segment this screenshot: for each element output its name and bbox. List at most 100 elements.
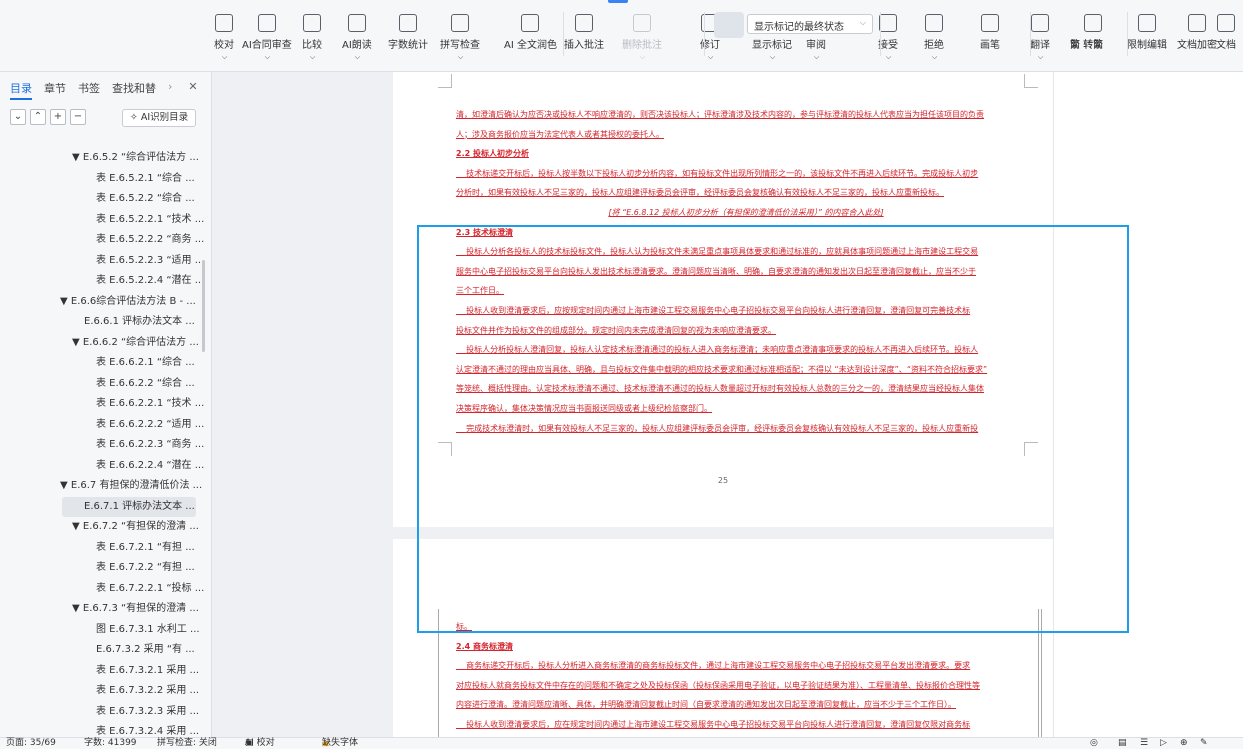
play-icon[interactable]: ▷ [1160,738,1167,749]
tab-toc[interactable]: 目录 [10,80,32,100]
toc-item[interactable]: 图 E.6.7.3.1 水利工 ... [96,620,200,640]
accept-button[interactable]: 接受 ⌵ [878,14,898,62]
paragraph-line[interactable]: 分析时，如果有效投标人不足三家的，投标人应组建评标委员会评审，经评标委员会复核确… [456,183,1036,203]
expand-all-button[interactable]: ⌃ [30,109,46,125]
toc-item[interactable]: 表 E.6.5.2.2.2 “商务 ... [96,230,204,250]
tab-chapters[interactable]: 章节 [44,80,66,100]
paragraph-line[interactable]: 商务标递交开标后，投标人分析进入商务标澄清的商务标投标文件，通过上海市建设工程交… [456,656,1036,676]
paragraph-line[interactable]: 投标文件并作为投标文件的组成部分。规定时间内未完成澄清回复的视为未响应澄清要求。 [456,321,1036,341]
close-icon[interactable]: ✕ [188,80,197,100]
remove-heading-button[interactable]: − [70,109,86,125]
toc-item[interactable]: 表 E.6.5.2.2 “综合 ... [96,189,195,209]
spellcheck-button[interactable]: 拼写检查 ⌵ [440,14,480,62]
toc-item[interactable]: 表 E.6.5.2.2.4 “潜在 ... [96,271,204,291]
markup-state-dropdown[interactable]: 显示标记的最终状态 ⌵ [747,14,873,34]
paragraph-line[interactable]: [将 “E.6.8.12 投标人初步分析（有担保的澄清低价法采用）” 的内容合入… [456,203,1036,223]
insert-comment-button[interactable]: 插入批注 [564,14,604,51]
section-heading[interactable]: 2.2 投标人初步分析 [456,144,1036,164]
pen-button[interactable]: 画笔 [980,14,1000,51]
toc-item[interactable]: 表 E.6.7.2.2 “有担 ... [96,558,195,578]
reject-button[interactable]: 拒绝 ⌵ [924,14,944,62]
paragraph-line[interactable]: 完成技术标澄清时，如果有效投标人不足三家的，投标人应组建评标委员会评审，经评标委… [456,419,1036,439]
paragraph-line[interactable]: 三个工作日。 [456,281,1036,301]
toc-item[interactable]: 表 E.6.7.3.2.2 采用 ... [96,681,199,701]
paragraph-line[interactable]: 认定澄清不通过的理由应当具体、明确，且与投标文件集中载明的相应技术要求和通过标准… [456,360,1036,380]
toc-item[interactable]: 表 E.6.6.2.2.4 “潜在 ... [96,456,204,476]
paragraph-line[interactable]: 服务中心电子招投标交易平台向投标人发出技术标澄清要求。澄清问题应当清晰、明确，自… [456,262,1036,282]
toc-item[interactable]: 表 E.6.7.2.1 “有担 ... [96,538,195,558]
toc-item[interactable]: 表 E.6.6.2.2.3 “商务 ... [96,435,204,455]
status-ai-proof[interactable]: ▣ AI 校对 ⌵ [245,738,275,749]
collapse-all-button[interactable]: ⌄ [10,109,26,125]
paragraph-line[interactable]: 内容进行澄清。澄清问题应清晰、具体，并明确澄清回复截止时间（自要求澄清的通知发出… [456,695,1036,715]
toc-item[interactable]: 表 E.6.6.2.1 “综合 ... [96,353,195,373]
add-heading-button[interactable]: + [50,109,66,125]
toc-item[interactable]: 表 E.6.7.3.2.3 采用 ... [96,702,199,722]
paragraph-line[interactable]: 决策程序确认，集体决策情况应当书面报送同级或者上级纪检监察部门。 [456,399,1036,419]
paragraph-line[interactable]: 投标人分析投标人澄清回复，投标人认定技术标澄清通过的投标人进入商务标澄清；未响应… [456,340,1036,360]
paragraph-line[interactable]: 投标人收到澄清要求后，应按规定时间内通过上海市建设工程交易服务中心电子招投标交易… [456,301,1036,321]
toc-item[interactable]: 表 E.6.5.2.2.1 “技术 ... [96,210,204,230]
outline-view-icon[interactable]: ☰ [1140,738,1148,749]
toc-item[interactable]: 表 E.6.6.2.2.1 “技术 ... [96,394,204,414]
toc-item[interactable]: 表 E.6.7.2.2.1 “投标 ... [96,579,204,599]
document-page[interactable]: 25 清，如澄清后确认为应否决或投标人不响应澄清的，则否决该投标人；评标澄清涉及… [393,72,1053,527]
ribbon-separator [704,12,705,56]
toc-scrollbar[interactable] [202,260,205,352]
paragraph-line[interactable]: 对应投标人就商务投标文件中存在的问题和不确定之处及投标保函（投标保函采用电子验证… [456,676,1036,696]
page-margin-line [438,609,439,737]
toc-item[interactable]: 表 E.6.6.2.2.2 “适用 ... [96,415,204,435]
paragraph-line[interactable]: 人；涉及商务报价应当为法定代表人或者其授权的委托人。 [456,125,1036,145]
tab-bookmarks[interactable]: 书签 [78,80,100,100]
toc-item[interactable]: ▼ E.6.6.2 “综合评估法方 ... [72,333,199,353]
toc-item[interactable]: 表 E.6.5.2.2.3 “适用 ... [96,251,204,271]
status-words[interactable]: 字数: 41399 [84,738,137,749]
tab-find-replace[interactable]: 查找和替 [112,80,156,100]
toc-item[interactable]: E.6.7.1 评标办法文本 ... [62,496,196,517]
status-page[interactable]: 页面: 35/69 [6,738,56,749]
toc-item[interactable]: ▼ E.6.7.3 “有担保的澄清 ... [72,599,199,619]
chevron-right-icon[interactable]: › [168,80,172,100]
translate-button[interactable]: 翻译 ⌵ [1030,14,1050,62]
document-canvas[interactable]: 25 清，如澄清后确认为应否决或投标人不响应澄清的，则否决该投标人；评标澄清涉及… [213,72,1243,737]
ai-outline-button[interactable]: ✧ AI识别目录 [122,109,196,127]
ai-contract-button[interactable]: AI合同审查 ⌵ [242,14,292,62]
web-view-icon[interactable]: ⊕ [1180,738,1188,749]
paragraph-line[interactable]: 技术标递交开标后，投标人按半数以下投标人初步分析内容，如有投标文件出现所列情形之… [456,164,1036,184]
toc-item[interactable]: 表 E.6.5.2.1 “综合 ... [96,169,195,189]
toc-item[interactable]: 表 E.6.7.3.2.1 采用 ... [96,661,199,681]
paragraph-line[interactable]: 标。 [456,617,1036,637]
more-button[interactable]: 文档 [1216,14,1236,51]
proofread-button[interactable]: 校对 ⌵ [214,14,234,62]
toc-item[interactable]: 表 E.6.6.2.2 “综合 ... [96,374,195,394]
to-simp-button[interactable]: 繁 转简 [1070,36,1116,51]
toc-item[interactable]: E.6.6.1 评标办法文本 ... [84,312,195,332]
section-heading[interactable]: 2.4 商务标澄清 [456,637,1036,657]
ribbon-separator [563,12,564,56]
toc-item[interactable]: ▼ E.6.7.2 “有担保的澄清 ... [72,517,199,537]
compare-button[interactable]: 比较 ⌵ [302,14,322,62]
page-view-icon[interactable]: ▤ [1118,738,1127,749]
paragraph-line[interactable]: 清，如澄清后确认为应否决或投标人不响应澄清的，则否决该投标人；评标澄清涉及技术内… [456,105,1036,125]
toc-item[interactable]: E.6.7.3.2 采用 “有 ... [96,640,195,660]
status-bar: 页面: 35/69 字数: 41399 拼写检查: 关闭 ▣ AI 校对 ⌵ ▲… [0,737,1243,749]
insert-comment-icon [575,14,593,32]
toc-item[interactable]: ▼ E.6.6综合评估法方法 B - ... [60,292,196,312]
section-heading[interactable]: 2.3 技术标澄清 [456,223,1036,243]
toc-item[interactable]: ▼ E.6.7 有担保的澄清低价法 ... [60,476,202,496]
pen-icon[interactable]: ✎ [1200,738,1208,749]
paragraph-line[interactable]: 等笼统、概括性理由。认定技术标澄清不通过、技术标澄清不通过的投标人数量超过开标时… [456,379,1036,399]
ai-read-button[interactable]: AI朗读 ⌵ [342,14,372,62]
accept-icon [879,14,897,32]
encrypt-button[interactable]: 文档加密 [1177,14,1217,51]
ai-polish-button[interactable]: AI 全文润色 [504,14,557,51]
wordcount-button[interactable]: 字数统计 [388,14,428,51]
eye-icon[interactable]: ◎ [1090,738,1098,749]
restrict-button[interactable]: 限制编辑 [1127,14,1167,51]
document-page[interactable]: 标。 2.4 商务标澄清 商务标递交开标后，投标人分析进入商务标澄清的商务标投标文… [393,539,1053,737]
paragraph-line[interactable]: 投标人收到澄清要求后，应在规定时间内通过上海市建设工程交易服务中心电子招投标交易… [456,715,1036,735]
paragraph-line[interactable]: 投标人分析各投标人的技术标投标文件，投标人认为投标文件未满足重点事项具体要求和通… [456,242,1036,262]
delete-comment-button[interactable]: 删除批注 ⌵ [622,14,662,62]
status-spellcheck[interactable]: 拼写检查: 关闭 [157,738,217,749]
toc-item[interactable]: ▼ E.6.5.2 “综合评估法方 ... [72,148,199,168]
